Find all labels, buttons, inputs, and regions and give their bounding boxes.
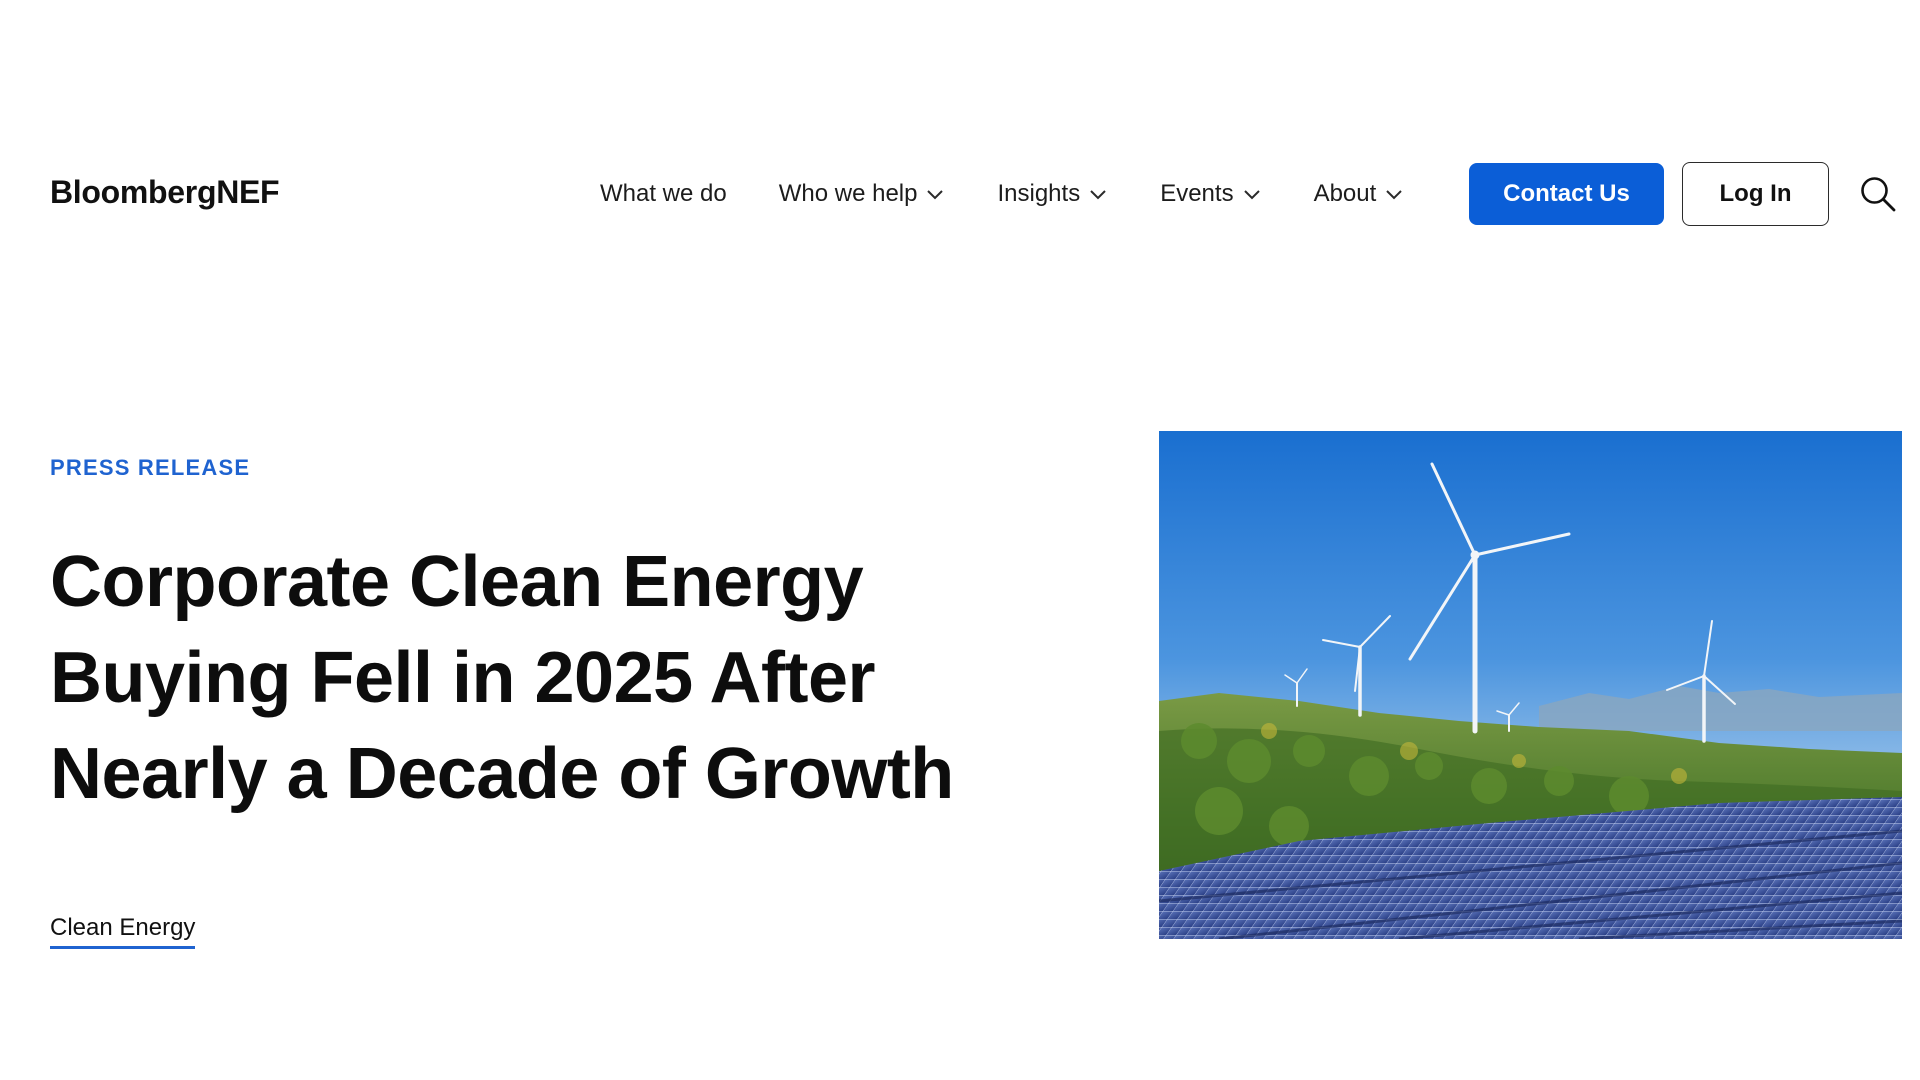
hero-image [1159,431,1902,939]
nav-item-label: Who we help [778,180,918,207]
nav-item-events[interactable]: Events [1160,180,1261,208]
nav-item-insights[interactable]: Insights [997,180,1108,208]
nav-item-label: Events [1160,180,1234,207]
site-header: BloombergNEF What we do Who we help Insi… [0,0,1920,390]
chevron-down-icon [925,187,945,201]
nav-item-label: About [1313,180,1377,207]
topic-tag-link[interactable]: Clean Energy [50,912,196,949]
hero-text: PRESS RELEASE Corporate Clean Energy Buy… [50,452,1110,949]
contact-us-button[interactable]: Contact Us [1469,163,1664,225]
press-release-label: PRESS RELEASE [50,455,251,480]
nav-item-about[interactable]: About [1314,180,1405,208]
main-nav: What we do Who we help Insights Events A… [600,162,1404,226]
chevron-down-icon [1088,187,1108,201]
search-icon[interactable] [1858,174,1898,214]
nav-item-label: Insights [997,180,1081,207]
page-title: Corporate Clean Energy Buying Fell in 20… [50,542,954,814]
logo[interactable]: BloombergNEF [50,172,280,212]
chevron-down-icon [1242,187,1262,201]
nav-item-what-we-do[interactable]: What we do [600,180,727,208]
nav-item-label: What we do [600,180,727,207]
nav-item-who-we-help[interactable]: Who we help [779,180,946,208]
log-in-button[interactable]: Log In [1682,162,1829,226]
chevron-down-icon [1384,187,1404,201]
